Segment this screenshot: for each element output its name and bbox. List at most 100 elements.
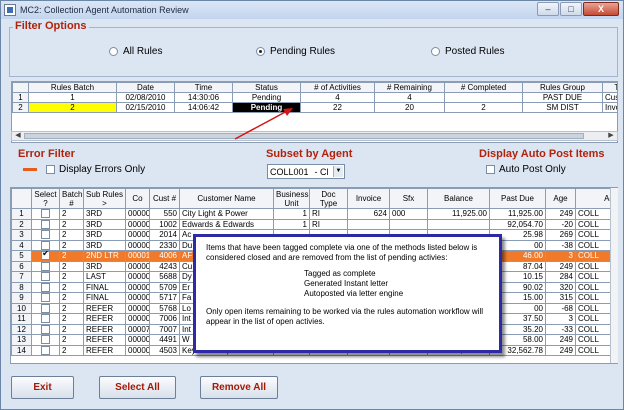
table-row[interactable]: 2 2 3RD 00000 1002 Edwards & Edwards 1 RI 92,054… — [11, 218, 617, 230]
row-select-checkbox[interactable] — [41, 314, 50, 324]
header-cell[interactable]: Type of — [602, 82, 617, 93]
agent-select[interactable]: COLL001 - Cl ▼ — [267, 164, 345, 179]
table-row[interactable]: 1 2 3RD 00000 550 City Light & Power 1 RI 624 000… — [11, 208, 617, 220]
auto-post-checkbox-box[interactable] — [486, 165, 495, 174]
radio-all-rules-label: All Rules — [123, 46, 163, 57]
row-select-checkbox[interactable] — [41, 345, 50, 355]
row-select-checkbox[interactable] — [41, 219, 50, 229]
header-cell[interactable]: Customer Name — [179, 188, 274, 209]
table-row[interactable]: 2 2 02/15/2010 14:06:42 Pending 22 20 2 … — [12, 102, 617, 113]
header-cell[interactable]: Status — [232, 82, 301, 93]
radio-posted-rules-indicator[interactable] — [431, 47, 440, 56]
row-select-checkbox[interactable] — [41, 293, 50, 303]
select-checkbox-cell[interactable] — [31, 344, 60, 356]
table-cell — [427, 218, 490, 230]
header-cell[interactable]: Age — [545, 188, 576, 209]
header-cell[interactable]: Date — [116, 82, 175, 93]
header-cell[interactable]: Sfx — [389, 188, 428, 209]
row-select-checkbox[interactable] — [41, 240, 50, 250]
radio-all-rules-indicator[interactable] — [109, 47, 118, 56]
header-cell[interactable]: Time — [174, 82, 233, 93]
table-cell: 2 — [59, 334, 84, 346]
minimize-button[interactable]: – — [537, 2, 559, 16]
row-select-checkbox[interactable] — [41, 261, 50, 271]
row-number: 1 — [11, 208, 32, 220]
header-cell[interactable]: Rules Batch — [28, 82, 117, 93]
row-select-checkbox[interactable] — [41, 335, 50, 345]
header-cell[interactable]: Business Unit — [273, 188, 310, 209]
header-cell[interactable]: Co — [125, 188, 150, 209]
app-icon — [4, 4, 16, 16]
header-cell[interactable]: # Remaining — [374, 82, 445, 93]
select-checkbox-cell[interactable] — [31, 302, 60, 314]
select-checkbox-cell[interactable] — [31, 271, 60, 283]
header-cell[interactable]: Past Due — [489, 188, 546, 209]
header-cell[interactable]: # Completed — [444, 82, 523, 93]
table-cell: 00000 — [125, 260, 150, 272]
select-checkbox-cell[interactable] — [31, 292, 60, 304]
select-checkbox-cell[interactable] — [31, 250, 60, 262]
chevron-down-icon[interactable]: ▼ — [333, 166, 343, 177]
row-number: 9 — [11, 292, 32, 304]
table-cell: 00000 — [125, 218, 150, 230]
radio-pending-rules-indicator[interactable] — [256, 47, 265, 56]
select-all-button[interactable]: Select All — [99, 376, 176, 399]
auto-post-checkbox[interactable]: Auto Post Only — [486, 164, 566, 175]
radio-all-rules[interactable]: All Rules — [109, 46, 162, 57]
scroll-right-icon[interactable]: ▶ — [606, 132, 616, 140]
table-cell: 14:06:42 — [174, 102, 233, 113]
row-select-checkbox[interactable] — [41, 251, 50, 261]
select-checkbox-cell[interactable] — [31, 218, 60, 230]
display-errors-checkbox-box[interactable] — [46, 165, 55, 174]
header-cell[interactable]: Invoice — [347, 188, 390, 209]
radio-posted-rules[interactable]: Posted Rules — [431, 46, 504, 57]
scroll-left-icon[interactable]: ◀ — [13, 132, 23, 140]
scroll-thumb[interactable] — [24, 133, 584, 139]
remove-all-button[interactable]: Remove All — [200, 376, 278, 399]
activities-vscrollbar[interactable] — [610, 188, 618, 363]
header-cell[interactable]: # of Activities — [300, 82, 375, 93]
select-checkbox-cell[interactable] — [31, 313, 60, 325]
close-button[interactable]: X — [583, 2, 619, 16]
row-select-checkbox[interactable] — [41, 230, 50, 240]
row-select-checkbox[interactable] — [41, 209, 50, 219]
select-checkbox-cell[interactable] — [31, 334, 60, 346]
radio-pending-rules[interactable]: Pending Rules — [256, 46, 335, 57]
maximize-button[interactable]: □ — [560, 2, 582, 16]
header-cell[interactable]: Batch # — [59, 188, 84, 209]
select-checkbox-cell[interactable] — [31, 208, 60, 220]
select-checkbox-cell[interactable] — [31, 281, 60, 293]
row-select-checkbox[interactable] — [41, 272, 50, 282]
window-title: MC2: Collection Agent Automation Review — [20, 5, 189, 15]
select-checkbox-cell[interactable] — [31, 260, 60, 272]
header-cell[interactable]: Doc Type — [309, 188, 348, 209]
select-checkbox-cell[interactable] — [31, 239, 60, 251]
header-cell[interactable]: Sub Rules > — [83, 188, 126, 209]
rules-batch-hscrollbar[interactable]: ◀ ▶ — [11, 131, 618, 141]
table-cell: City Light & Power — [179, 208, 274, 220]
display-errors-checkbox[interactable]: Display Errors Only — [46, 164, 145, 175]
header-cell[interactable]: Select ? — [31, 188, 60, 209]
row-number: 1 — [12, 92, 29, 103]
agent-select-value: COLL001 — [270, 166, 309, 177]
table-cell: 3RD — [83, 239, 126, 251]
exit-button[interactable]: Exit — [11, 376, 74, 399]
table-cell — [347, 218, 390, 230]
table-cell: 2330 — [149, 239, 180, 251]
select-checkbox-cell[interactable] — [31, 323, 60, 335]
header-cell[interactable]: Cust # — [149, 188, 180, 209]
table-cell: 00000 — [125, 271, 150, 283]
select-checkbox-cell[interactable] — [31, 229, 60, 241]
table-cell: 1002 — [149, 218, 180, 230]
row-select-checkbox[interactable] — [41, 324, 50, 334]
header-cell[interactable]: Balance — [427, 188, 490, 209]
row-number: 10 — [11, 302, 32, 314]
row-select-checkbox[interactable] — [41, 303, 50, 313]
table-cell: 249 — [545, 260, 576, 272]
table-row[interactable]: 1 1 02/08/2010 14:30:06 Pending 4 4 PAST… — [12, 92, 617, 103]
header-cell[interactable]: Rules Group — [522, 82, 603, 93]
subset-by-agent-title: Subset by Agent — [266, 148, 353, 160]
table-cell: 92,054.70 — [489, 218, 546, 230]
table-cell: 2 — [59, 229, 84, 241]
row-select-checkbox[interactable] — [41, 282, 50, 292]
